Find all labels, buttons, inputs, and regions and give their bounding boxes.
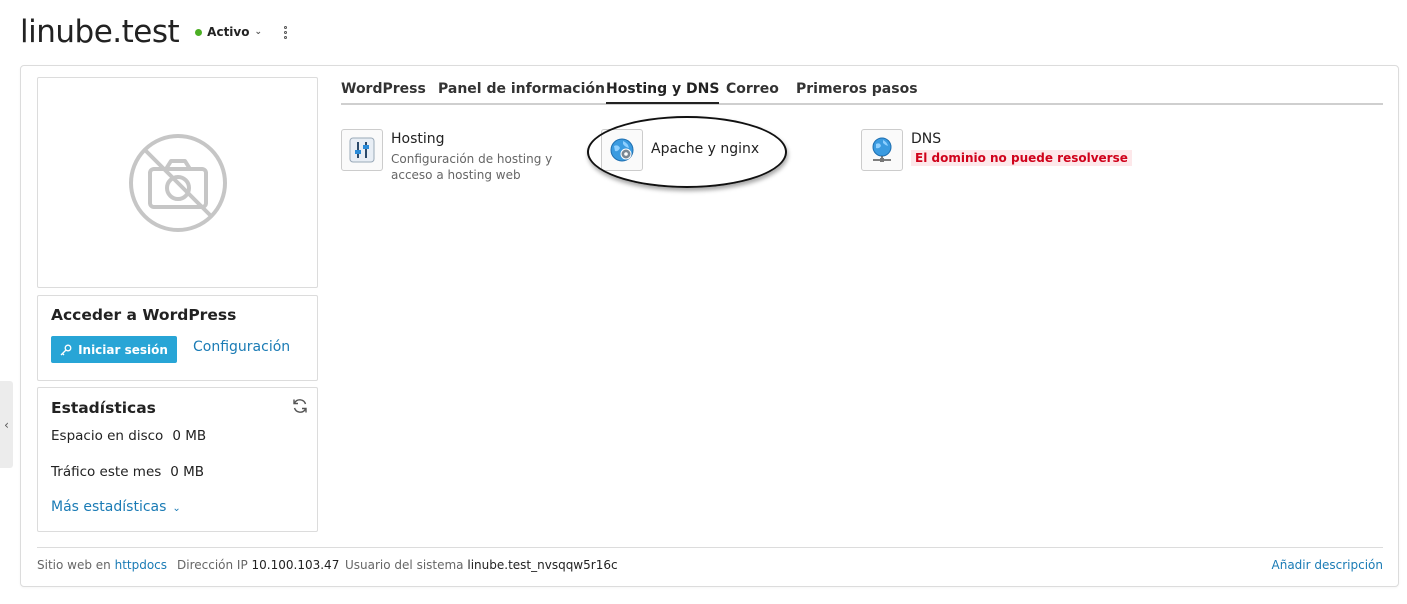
add-description-link[interactable]: Añadir descripción: [1272, 558, 1383, 572]
domain-card: Acceder a WordPress Iniciar sesión Confi…: [20, 65, 1399, 587]
tab-correo[interactable]: Correo: [726, 81, 779, 97]
tab-panel-informacion[interactable]: Panel de información: [438, 81, 605, 97]
statistics-title: Estadísticas: [51, 399, 156, 417]
key-icon: [60, 344, 72, 355]
chevron-down-icon: ⌄: [254, 27, 263, 37]
site-location: Sitio web en httpdocs: [37, 558, 167, 572]
tab-hosting-dns[interactable]: Hosting y DNS: [606, 81, 720, 104]
hosting-service-name: Hosting: [391, 131, 445, 147]
page-header: linube.test Activo ⌄: [20, 10, 288, 54]
globe-network-icon: [861, 129, 903, 171]
globe-gear-icon: [601, 129, 643, 171]
disk-usage-label: Espacio en disco: [51, 428, 164, 444]
login-button[interactable]: Iniciar sesión: [51, 336, 177, 363]
traffic-label: Tráfico este mes: [51, 464, 162, 480]
domain-tabs: WordPress Panel de información Hosting y…: [341, 79, 1383, 105]
hosting-service-description: Configuración de hosting y acceso a host…: [391, 152, 553, 182]
no-photo-icon: [128, 133, 227, 232]
domain-title: linube.test: [20, 14, 180, 50]
chevron-left-icon: ‹: [4, 417, 9, 432]
status-dropdown[interactable]: Activo ⌄: [195, 25, 262, 39]
traffic-row: Tráfico este mes 0 MB: [51, 464, 204, 480]
login-button-label: Iniciar sesión: [78, 342, 168, 357]
more-statistics-label: Más estadísticas: [51, 499, 167, 515]
tab-wordpress[interactable]: WordPress: [341, 81, 426, 97]
httpdocs-link[interactable]: httpdocs: [115, 558, 167, 572]
system-user: Usuario del sistema linube.test_nvsqqw5r…: [345, 558, 618, 572]
refresh-icon[interactable]: [291, 397, 309, 415]
traffic-value: 0 MB: [170, 464, 205, 480]
configuration-link[interactable]: Configuración: [193, 339, 290, 355]
sliders-icon: [341, 129, 383, 171]
dns-warning-badge: El dominio no puede resolverse: [911, 150, 1132, 166]
apache-nginx-service-name: Apache y nginx: [651, 141, 760, 157]
tab-primeros-pasos[interactable]: Primeros pasos: [796, 81, 918, 97]
site-preview: [37, 77, 318, 288]
status-label: Activo: [207, 25, 250, 39]
ip-address: Dirección IP 10.100.103.47: [177, 558, 339, 572]
ip-value: 10.100.103.47: [251, 558, 340, 572]
card-footer: Sitio web en httpdocs Dirección IP 10.10…: [37, 547, 1383, 587]
more-options-icon[interactable]: [282, 25, 288, 39]
system-user-value: linube.test_nvsqqw5r16c: [467, 558, 618, 572]
dns-service[interactable]: DNS El dominio no puede resolverse: [861, 129, 1132, 171]
sidebar-toggle[interactable]: ‹: [0, 381, 13, 468]
disk-usage-row: Espacio en disco 0 MB: [51, 428, 206, 444]
wordpress-access-panel: Acceder a WordPress Iniciar sesión Confi…: [37, 295, 318, 381]
site-prefix: Sitio web en: [37, 558, 111, 572]
ip-label: Dirección IP: [177, 558, 248, 572]
hosting-service[interactable]: Hosting Configuración de hosting y acces…: [341, 129, 587, 183]
status-dot-icon: [195, 28, 203, 36]
disk-usage-value: 0 MB: [172, 428, 207, 444]
chevron-down-icon: ⌄: [172, 503, 181, 514]
wordpress-access-title: Acceder a WordPress: [51, 306, 237, 324]
more-statistics-link[interactable]: Más estadísticas ⌄: [51, 499, 181, 515]
dns-service-name: DNS: [911, 131, 942, 147]
statistics-panel: Estadísticas Espacio en disco 0 MB Tráfic…: [37, 387, 318, 532]
system-user-label: Usuario del sistema: [345, 558, 464, 572]
apache-nginx-service[interactable]: Apache y nginx: [601, 129, 759, 171]
